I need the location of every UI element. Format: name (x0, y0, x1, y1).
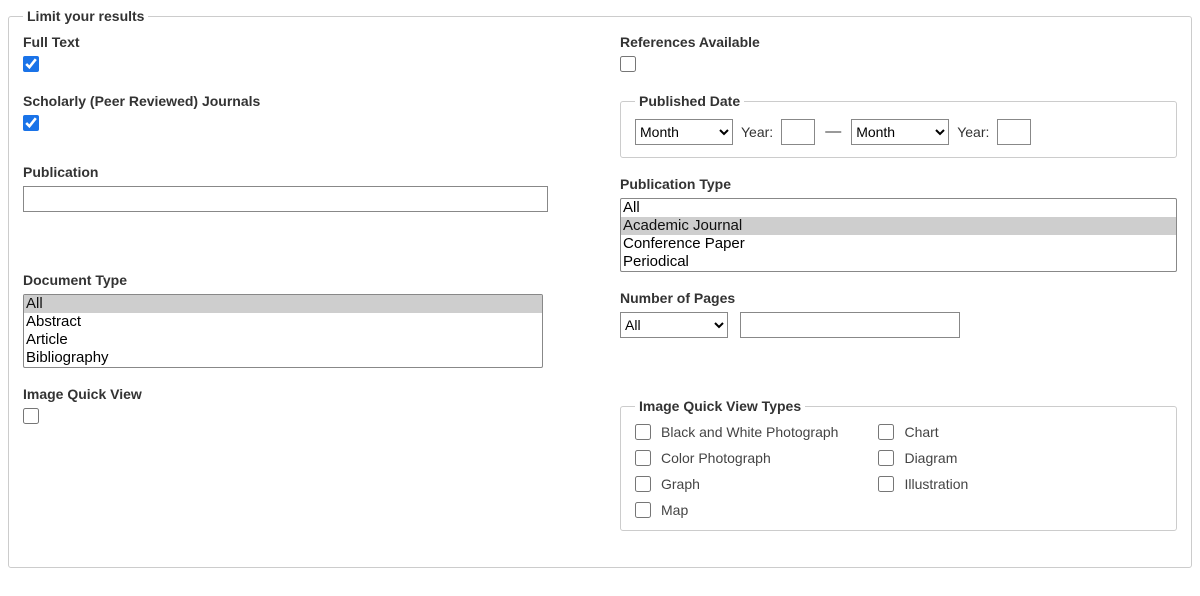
published-date-fieldset: Published Date Month Year: — Month Year: (620, 93, 1177, 158)
scholarly-checkbox[interactable] (23, 115, 39, 131)
columns: Full Text Scholarly (Peer Reviewed) Jour… (23, 34, 1177, 549)
iq-types-col2: Chart Diagram Illustration (878, 424, 968, 518)
start-month-select[interactable]: Month (635, 119, 733, 145)
iq-type-label: Graph (661, 476, 700, 492)
publication-label: Publication (23, 164, 580, 180)
full-text-checkbox[interactable] (23, 56, 39, 72)
limit-results-fieldset: Limit your results Full Text Scholarly (… (8, 8, 1192, 568)
iq-types-row: Black and White Photograph Color Photogra… (635, 424, 1162, 518)
published-date-legend: Published Date (635, 93, 744, 109)
iq-type-label: Chart (904, 424, 938, 440)
publication-type-select[interactable]: AllAcademic JournalConference PaperPerio… (620, 198, 1177, 272)
iq-type-item[interactable]: Graph (635, 476, 838, 492)
number-of-pages-block: Number of Pages All (620, 290, 1177, 338)
start-year-label: Year: (741, 124, 773, 140)
limit-results-legend: Limit your results (23, 8, 148, 24)
iq-type-label: Illustration (904, 476, 968, 492)
iq-types-col1: Black and White Photograph Color Photogra… (635, 424, 838, 518)
pages-condition-select[interactable]: All (620, 312, 728, 338)
iq-type-checkbox[interactable] (635, 450, 651, 466)
iq-type-checkbox[interactable] (878, 476, 894, 492)
iq-type-checkbox[interactable] (878, 450, 894, 466)
image-quick-view-block: Image Quick View (23, 386, 580, 427)
publication-block: Publication (23, 164, 580, 212)
document-type-select[interactable]: AllAbstractArticleBibliography (23, 294, 543, 368)
references-available-checkbox[interactable] (620, 56, 636, 72)
publication-type-block: Publication Type AllAcademic JournalConf… (620, 176, 1177, 272)
end-year-input[interactable] (997, 119, 1031, 145)
iq-type-checkbox[interactable] (635, 502, 651, 518)
end-year-label: Year: (957, 124, 989, 140)
document-type-label: Document Type (23, 272, 580, 288)
references-available-label: References Available (620, 34, 1177, 50)
image-quick-view-types-fieldset: Image Quick View Types Black and White P… (620, 398, 1177, 531)
image-quick-view-checkbox[interactable] (23, 408, 39, 424)
published-date-block: Published Date Month Year: — Month Year: (620, 93, 1177, 158)
published-date-row: Month Year: — Month Year: (635, 119, 1162, 145)
end-month-select[interactable]: Month (851, 119, 949, 145)
scholarly-label: Scholarly (Peer Reviewed) Journals (23, 93, 580, 109)
number-of-pages-label: Number of Pages (620, 290, 1177, 306)
iq-type-item[interactable]: Map (635, 502, 838, 518)
full-text-label: Full Text (23, 34, 580, 50)
image-quick-view-label: Image Quick View (23, 386, 580, 402)
iq-type-item[interactable]: Black and White Photograph (635, 424, 838, 440)
iq-type-item[interactable]: Chart (878, 424, 968, 440)
pages-row: All (620, 312, 1177, 338)
iq-type-label: Color Photograph (661, 450, 771, 466)
right-column: References Available Published Date Mont… (620, 34, 1177, 549)
iq-type-item[interactable]: Illustration (878, 476, 968, 492)
start-year-input[interactable] (781, 119, 815, 145)
full-text-block: Full Text (23, 34, 580, 75)
publication-input[interactable] (23, 186, 548, 212)
publication-type-label: Publication Type (620, 176, 1177, 192)
pages-value-input[interactable] (740, 312, 960, 338)
references-available-block: References Available (620, 34, 1177, 75)
iq-type-label: Diagram (904, 450, 957, 466)
iq-type-item[interactable]: Color Photograph (635, 450, 838, 466)
date-separator: — (823, 123, 843, 141)
iq-type-label: Map (661, 502, 688, 518)
image-quick-view-types-block: Image Quick View Types Black and White P… (620, 398, 1177, 531)
iq-type-checkbox[interactable] (635, 476, 651, 492)
iq-type-label: Black and White Photograph (661, 424, 838, 440)
scholarly-block: Scholarly (Peer Reviewed) Journals (23, 93, 580, 134)
left-column: Full Text Scholarly (Peer Reviewed) Jour… (23, 34, 580, 549)
iq-type-checkbox[interactable] (878, 424, 894, 440)
iq-type-checkbox[interactable] (635, 424, 651, 440)
document-type-block: Document Type AllAbstractArticleBibliogr… (23, 272, 580, 368)
image-quick-view-types-legend: Image Quick View Types (635, 398, 805, 414)
iq-type-item[interactable]: Diagram (878, 450, 968, 466)
